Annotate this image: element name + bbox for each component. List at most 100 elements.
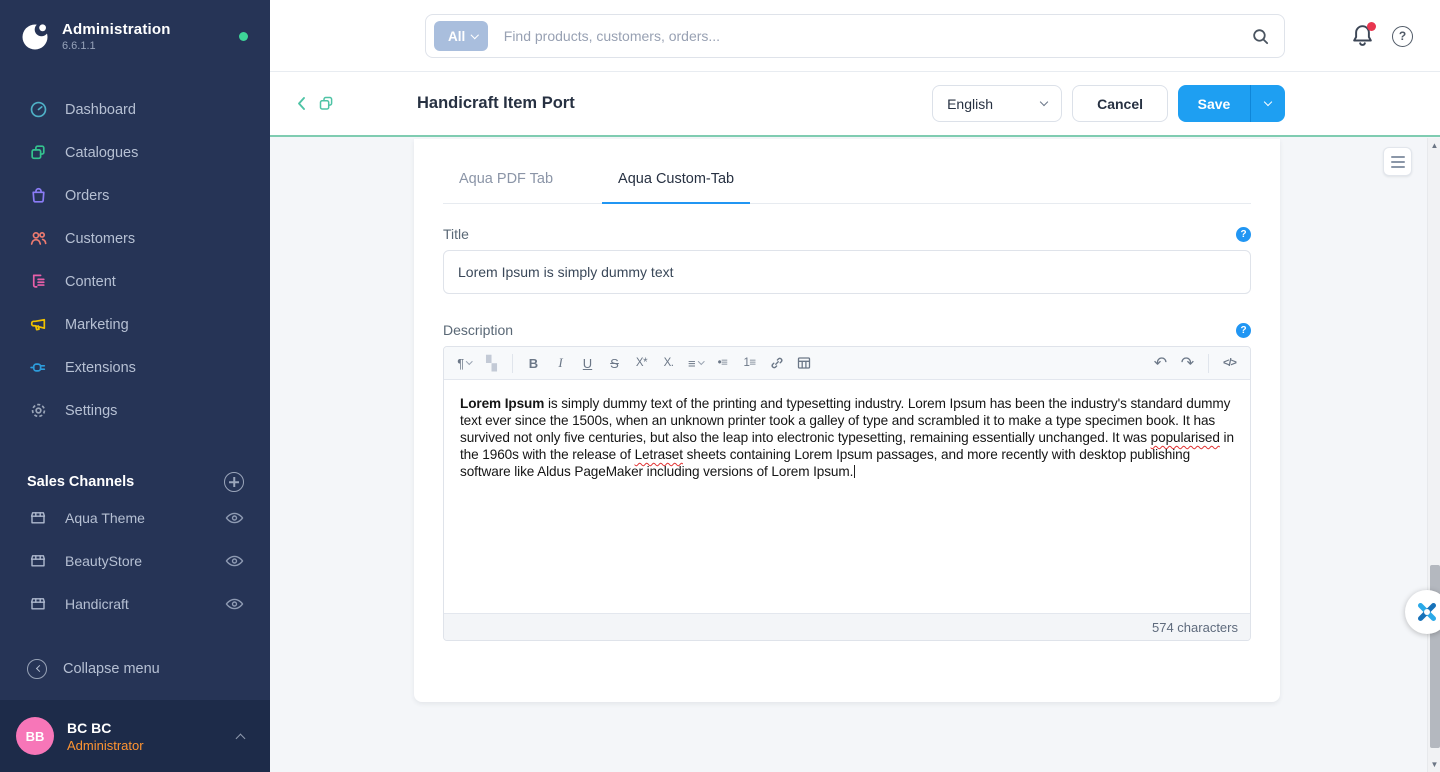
avatar: BB [16, 717, 54, 755]
user-menu[interactable]: BB BC BC Administrator [0, 700, 270, 772]
help-button[interactable]: ? [1392, 26, 1413, 47]
content-icon [29, 272, 48, 291]
subscript-icon[interactable]: X. [656, 351, 681, 375]
blue-x-logo-icon [1415, 600, 1439, 624]
sidebar-item-settings[interactable]: Settings [0, 389, 270, 432]
strikethrough-icon[interactable]: S [602, 351, 627, 375]
sidebar-item-marketing[interactable]: Marketing [0, 303, 270, 346]
extensions-icon [29, 358, 48, 377]
page-header: Handicraft Item Port English Cancel Save [270, 72, 1440, 137]
scroll-up-arrow[interactable]: ▲ [1428, 139, 1440, 152]
user-name: BC BC [67, 720, 144, 736]
duplicate-button[interactable] [314, 91, 339, 116]
global-search: All [425, 14, 1285, 58]
sales-channels-header: Sales Channels [0, 468, 270, 496]
eye-icon[interactable] [225, 597, 244, 611]
search-icon[interactable] [1251, 27, 1270, 46]
tab-aqua-pdf[interactable]: Aqua PDF Tab [443, 165, 569, 204]
undo-icon[interactable]: ↶ [1148, 351, 1173, 375]
cancel-button[interactable]: Cancel [1072, 85, 1168, 122]
app-logo-icon [16, 16, 54, 56]
online-status-dot [239, 32, 248, 41]
search-scope-dropdown[interactable]: All [434, 21, 488, 51]
settings-icon [29, 401, 48, 420]
sidebar-item-label: Dashboard [65, 102, 136, 118]
save-split-button: Save [1178, 85, 1285, 122]
chevron-down-icon [471, 31, 479, 39]
sidebar-item-beautystore[interactable]: BeautyStore [0, 539, 270, 582]
catalogues-icon [29, 143, 48, 162]
description-text: is simply dummy text of the printing and… [460, 396, 1230, 445]
chevron-left-icon [294, 95, 310, 112]
sidebar-item-customers[interactable]: Customers [0, 217, 270, 260]
channel-label: Aqua Theme [65, 510, 145, 526]
paragraph-format-icon[interactable]: ¶ [452, 351, 477, 375]
chevron-down-icon [1264, 98, 1272, 106]
bold-icon[interactable]: B [521, 351, 546, 375]
storefront-icon [29, 595, 47, 613]
editor-footer: 574 characters [444, 613, 1250, 640]
tab-bar: Aqua PDF Tab Aqua Custom-Tab [443, 139, 1251, 204]
search-scope-label: All [448, 29, 465, 44]
collapse-menu-label: Collapse menu [63, 661, 160, 677]
sidebar-item-label: Orders [65, 188, 109, 204]
title-input[interactable] [443, 250, 1251, 294]
notifications-button[interactable] [1350, 23, 1376, 49]
sidebar-item-label: Extensions [65, 360, 136, 376]
save-options-button[interactable] [1250, 85, 1285, 122]
sidebar-item-handicraft[interactable]: Handicraft [0, 582, 270, 625]
tab-aqua-custom[interactable]: Aqua Custom-Tab [602, 165, 750, 204]
ordered-list-icon[interactable]: 1≡ [737, 351, 762, 375]
sidebar-item-catalogues[interactable]: Catalogues [0, 131, 270, 174]
sidebar: Administration 6.6.1.1 Dashboard Catalog… [0, 0, 270, 772]
italic-icon[interactable]: I [548, 351, 573, 375]
toolbar-divider [512, 354, 513, 373]
search-input[interactable] [504, 28, 1251, 44]
description-bold-text: Lorem Ipsum [460, 396, 544, 411]
sidebar-item-content[interactable]: Content [0, 260, 270, 303]
save-button[interactable]: Save [1178, 85, 1250, 122]
align-icon[interactable]: ≡ [683, 351, 708, 375]
description-help-icon[interactable]: ? [1236, 323, 1251, 338]
channel-label: BeautyStore [65, 553, 142, 569]
link-icon[interactable] [764, 351, 789, 375]
sidebar-item-label: Content [65, 274, 116, 290]
unordered-list-icon[interactable]: •≡ [710, 351, 735, 375]
scroll-down-arrow[interactable]: ▼ [1428, 758, 1440, 771]
channel-label: Handicraft [65, 596, 129, 612]
chevron-up-icon [236, 733, 246, 743]
page-title: Handicraft Item Port [417, 94, 575, 113]
toolbar-divider [1208, 354, 1209, 373]
sidebar-item-orders[interactable]: Orders [0, 174, 270, 217]
panel-menu-button[interactable] [1383, 147, 1412, 176]
title-field-label: Title [443, 226, 469, 242]
checkerboard-icon[interactable]: ▚ [479, 351, 504, 375]
user-role: Administrator [67, 738, 144, 753]
sidebar-item-dashboard[interactable]: Dashboard [0, 88, 270, 131]
table-icon[interactable] [791, 351, 816, 375]
language-select[interactable]: English [932, 85, 1062, 122]
copy-icon [318, 95, 335, 112]
underline-icon[interactable]: U [575, 351, 600, 375]
char-counter: 574 characters [1152, 620, 1238, 635]
eye-icon[interactable] [225, 554, 244, 568]
form-card: Aqua PDF Tab Aqua Custom-Tab Title ? Des… [414, 139, 1280, 702]
back-button[interactable] [290, 91, 314, 116]
sidebar-item-label: Settings [65, 403, 117, 419]
title-help-icon[interactable]: ? [1236, 227, 1251, 242]
sidebar-item-extensions[interactable]: Extensions [0, 346, 270, 389]
code-view-icon[interactable]: </> [1217, 351, 1242, 375]
notification-badge [1367, 22, 1376, 31]
sales-channels-label: Sales Channels [27, 474, 134, 490]
orders-icon [29, 186, 48, 205]
collapse-menu-button[interactable]: Collapse menu [0, 647, 270, 690]
add-sales-channel-icon[interactable] [224, 472, 244, 492]
eye-icon[interactable] [225, 511, 244, 525]
description-editor[interactable]: Lorem Ipsum is simply dummy text of the … [444, 380, 1250, 613]
app-title: Administration [62, 21, 171, 38]
sidebar-header: Administration 6.6.1.1 [0, 0, 270, 72]
topbar: All ? [270, 0, 1440, 72]
superscript-icon[interactable]: X* [629, 351, 654, 375]
redo-icon[interactable]: ↷ [1175, 351, 1200, 375]
sidebar-item-aqua-theme[interactable]: Aqua Theme [0, 496, 270, 539]
